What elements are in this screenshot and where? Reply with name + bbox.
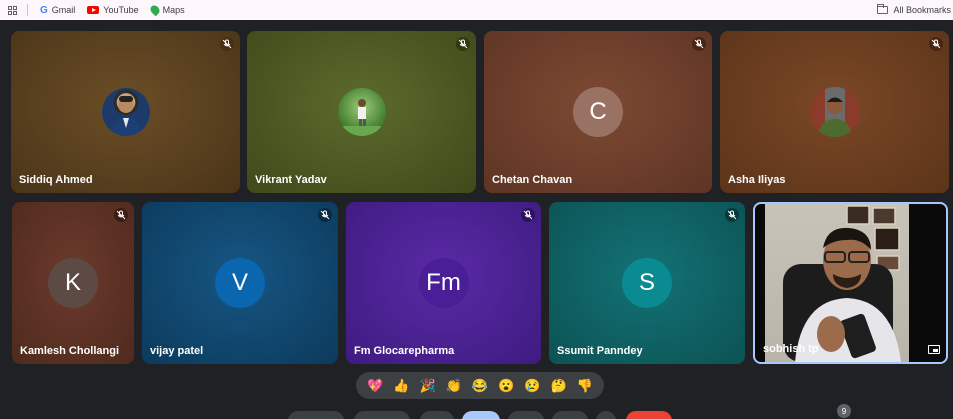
mic-off-icon [318, 208, 332, 222]
participant-tile-sobhish-tp[interactable]: sobhish tp [753, 202, 948, 364]
participant-name: sobhish tp [763, 343, 819, 355]
participant-name: Chetan Chavan [492, 174, 573, 186]
mic-off-icon [456, 37, 470, 51]
participant-tile-fm-glocarepharma[interactable]: Fm Fm Glocarepharma [346, 202, 541, 364]
avatar-initial: Fm [418, 258, 469, 308]
more-options-button[interactable] [596, 411, 616, 419]
reaction-thumbs-down[interactable]: 👎 [576, 377, 594, 395]
participant-tile-vijay-patel[interactable]: V vijay patel [142, 202, 338, 364]
participant-name: Kamlesh Chollangi [20, 345, 120, 357]
avatar-photo [101, 88, 150, 136]
mic-off-icon [220, 37, 234, 51]
folder-icon [877, 4, 889, 14]
bookmarks-divider [27, 4, 28, 16]
reactions-bar: 💖 👍 🎉 👏 😂 😮 😢 🤔 👎 [356, 372, 604, 399]
reaction-party[interactable]: 🎉 [419, 377, 437, 395]
all-bookmarks-button[interactable]: All Bookmarks [877, 0, 951, 20]
mic-off-icon [521, 208, 535, 222]
participant-tile-asha-iliyas[interactable]: Asha Iliyas [720, 31, 949, 193]
bookmark-youtube[interactable]: YouTube [87, 5, 139, 15]
youtube-icon [87, 6, 100, 14]
reaction-sad[interactable]: 😢 [523, 377, 541, 395]
mic-control-button[interactable] [288, 411, 344, 419]
reaction-heart[interactable]: 💖 [366, 377, 384, 395]
apps-grid-icon [8, 5, 17, 15]
participant-tile-vikrant-yadav[interactable]: Vikrant Yadav [247, 31, 476, 193]
pip-icon[interactable] [928, 345, 940, 354]
avatar-initial: S [622, 258, 672, 308]
gmail-icon: G [40, 4, 48, 16]
mic-off-icon [929, 37, 943, 51]
video-feed [765, 204, 909, 362]
bookmark-label: Gmail [51, 5, 76, 15]
avatar-initial: C [573, 87, 623, 137]
participant-count-badge: 9 [837, 404, 851, 418]
raise-hand-button[interactable] [552, 411, 588, 419]
reactions-button[interactable] [462, 411, 500, 419]
participant-tile-chetan-chavan[interactable]: C Chetan Chavan [484, 31, 712, 193]
captions-button[interactable] [420, 411, 454, 419]
participant-name: Fm Glocarepharma [354, 345, 455, 357]
bookmarks-bar: G Gmail YouTube Maps All Bookmarks [0, 0, 953, 20]
participant-name: Vikrant Yadav [255, 174, 327, 186]
avatar-initial: V [215, 258, 265, 308]
bookmark-maps[interactable]: Maps [148, 3, 185, 17]
bookmark-label: YouTube [103, 5, 139, 15]
mic-off-icon [725, 208, 739, 222]
present-button[interactable] [508, 411, 544, 419]
participant-tile-siddiq-ahmed[interactable]: Siddiq Ahmed [11, 31, 240, 193]
avatar-initial: K [48, 258, 98, 308]
camera-control-button[interactable] [354, 411, 410, 419]
bookmark-label: Maps [162, 5, 185, 15]
avatar-photo [337, 88, 386, 136]
participant-name: Asha Iliyas [728, 174, 786, 186]
avatar-photo [809, 87, 860, 137]
mic-off-icon [692, 37, 706, 51]
participant-name: Siddiq Ahmed [19, 174, 93, 186]
apps-button[interactable] [8, 5, 17, 15]
all-bookmarks-label: All Bookmarks [893, 5, 951, 15]
reaction-thinking[interactable]: 🤔 [550, 377, 568, 395]
participant-tile-ssumit-panndey[interactable]: S Ssumit Panndey [549, 202, 745, 364]
maps-icon [148, 3, 162, 17]
mic-off-icon [114, 208, 128, 222]
participant-tile-kamlesh-chollangi[interactable]: K Kamlesh Chollangi [12, 202, 134, 364]
reaction-laugh[interactable]: 😂 [471, 377, 489, 395]
reaction-clap[interactable]: 👏 [445, 377, 463, 395]
reaction-surprised[interactable]: 😮 [497, 377, 515, 395]
end-call-button[interactable] [626, 411, 672, 419]
participant-name: vijay patel [150, 345, 204, 357]
participant-name: Ssumit Panndey [557, 345, 643, 357]
reaction-thumbs-up[interactable]: 👍 [392, 377, 410, 395]
bookmark-gmail[interactable]: G Gmail [40, 5, 75, 16]
